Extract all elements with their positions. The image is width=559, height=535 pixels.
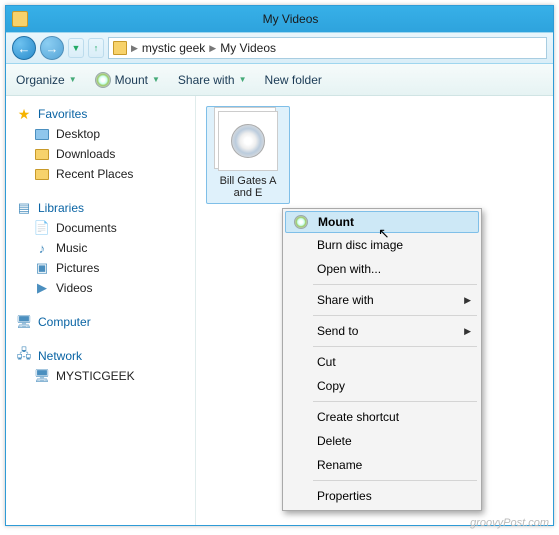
star-icon: ★ <box>16 106 32 122</box>
sidebar-item-documents[interactable]: 📄Documents <box>12 218 189 238</box>
disc-icon <box>231 124 265 158</box>
nav-row: ← → ▼ ↑ ▶ mystic geek ▶ My Videos <box>6 32 553 64</box>
file-thumbnail <box>218 111 278 171</box>
file-name: Bill Gates A and E <box>211 175 285 199</box>
breadcrumb-seg[interactable]: mystic geek <box>142 41 205 55</box>
computer-icon: 🖥 <box>16 314 32 330</box>
disc-icon <box>95 72 111 88</box>
breadcrumb-seg[interactable]: My Videos <box>220 41 276 55</box>
submenu-arrow-icon: ▶ <box>464 295 471 306</box>
separator <box>313 346 477 347</box>
organize-button[interactable]: Organize▼ <box>16 73 77 87</box>
sidebar-item-recent-places[interactable]: Recent Places <box>12 164 189 184</box>
watermark: groovyPost.com <box>470 517 549 529</box>
sidebar-item-pictures[interactable]: ▣Pictures <box>12 258 189 278</box>
folder-icon <box>113 41 127 55</box>
ctx-open-with[interactable]: Open with... <box>285 257 479 281</box>
sidebar-head-libraries[interactable]: ▤ Libraries <box>12 198 189 218</box>
libraries-icon: ▤ <box>16 200 32 216</box>
sidebar-head-favorites[interactable]: ★ Favorites <box>12 104 189 124</box>
address-bar[interactable]: ▶ mystic geek ▶ My Videos <box>108 37 547 59</box>
videos-icon: ▶ <box>34 280 50 296</box>
sidebar-item-music[interactable]: ♪Music <box>12 238 189 258</box>
forward-button[interactable]: → <box>40 36 64 60</box>
separator <box>313 315 477 316</box>
separator <box>313 401 477 402</box>
mount-button[interactable]: Mount▼ <box>95 72 160 88</box>
ctx-burn-disc-image[interactable]: Burn disc image <box>285 233 479 257</box>
ctx-share-with[interactable]: Share with▶ <box>285 288 479 312</box>
folder-icon <box>35 149 49 160</box>
separator <box>313 284 477 285</box>
new-folder-button[interactable]: New folder <box>265 73 322 87</box>
disc-icon <box>294 215 308 229</box>
share-with-button[interactable]: Share with▼ <box>178 73 247 87</box>
context-menu: Mount Burn disc image Open with... Share… <box>282 208 482 511</box>
chevron-right-icon: ▶ <box>131 43 138 54</box>
sidebar-item-desktop[interactable]: Desktop <box>12 124 189 144</box>
ctx-cut[interactable]: Cut <box>285 350 479 374</box>
folder-icon <box>35 169 49 180</box>
desktop-icon <box>35 129 49 140</box>
up-button[interactable]: ↑ <box>88 38 104 58</box>
window-title: My Videos <box>34 12 547 26</box>
ctx-copy[interactable]: Copy <box>285 374 479 398</box>
network-icon: 🖧 <box>16 348 32 364</box>
pictures-icon: ▣ <box>34 260 50 276</box>
folder-icon <box>12 11 28 27</box>
back-button[interactable]: ← <box>12 36 36 60</box>
sidebar: ★ Favorites Desktop Downloads Recent Pla… <box>6 96 196 525</box>
chevron-right-icon: ▶ <box>209 43 216 54</box>
computer-icon: 🖥 <box>34 368 50 384</box>
sidebar-item-videos[interactable]: ▶Videos <box>12 278 189 298</box>
title-bar[interactable]: My Videos <box>6 6 553 32</box>
sidebar-head-computer[interactable]: 🖥 Computer <box>12 312 189 332</box>
ctx-mount[interactable]: Mount <box>285 211 479 233</box>
music-icon: ♪ <box>34 240 50 256</box>
ctx-delete[interactable]: Delete <box>285 429 479 453</box>
documents-icon: 📄 <box>34 220 50 236</box>
separator <box>313 480 477 481</box>
sidebar-item-mysticgeek[interactable]: 🖥MYSTICGEEK <box>12 366 189 386</box>
ctx-send-to[interactable]: Send to▶ <box>285 319 479 343</box>
ctx-rename[interactable]: Rename <box>285 453 479 477</box>
sidebar-item-downloads[interactable]: Downloads <box>12 144 189 164</box>
file-item[interactable]: Bill Gates A and E <box>206 106 290 204</box>
sidebar-head-network[interactable]: 🖧 Network <box>12 346 189 366</box>
submenu-arrow-icon: ▶ <box>464 326 471 337</box>
history-dropdown[interactable]: ▼ <box>68 38 84 58</box>
ctx-create-shortcut[interactable]: Create shortcut <box>285 405 479 429</box>
toolbar: Organize▼ Mount▼ Share with▼ New folder <box>6 64 553 96</box>
ctx-properties[interactable]: Properties <box>285 484 479 508</box>
